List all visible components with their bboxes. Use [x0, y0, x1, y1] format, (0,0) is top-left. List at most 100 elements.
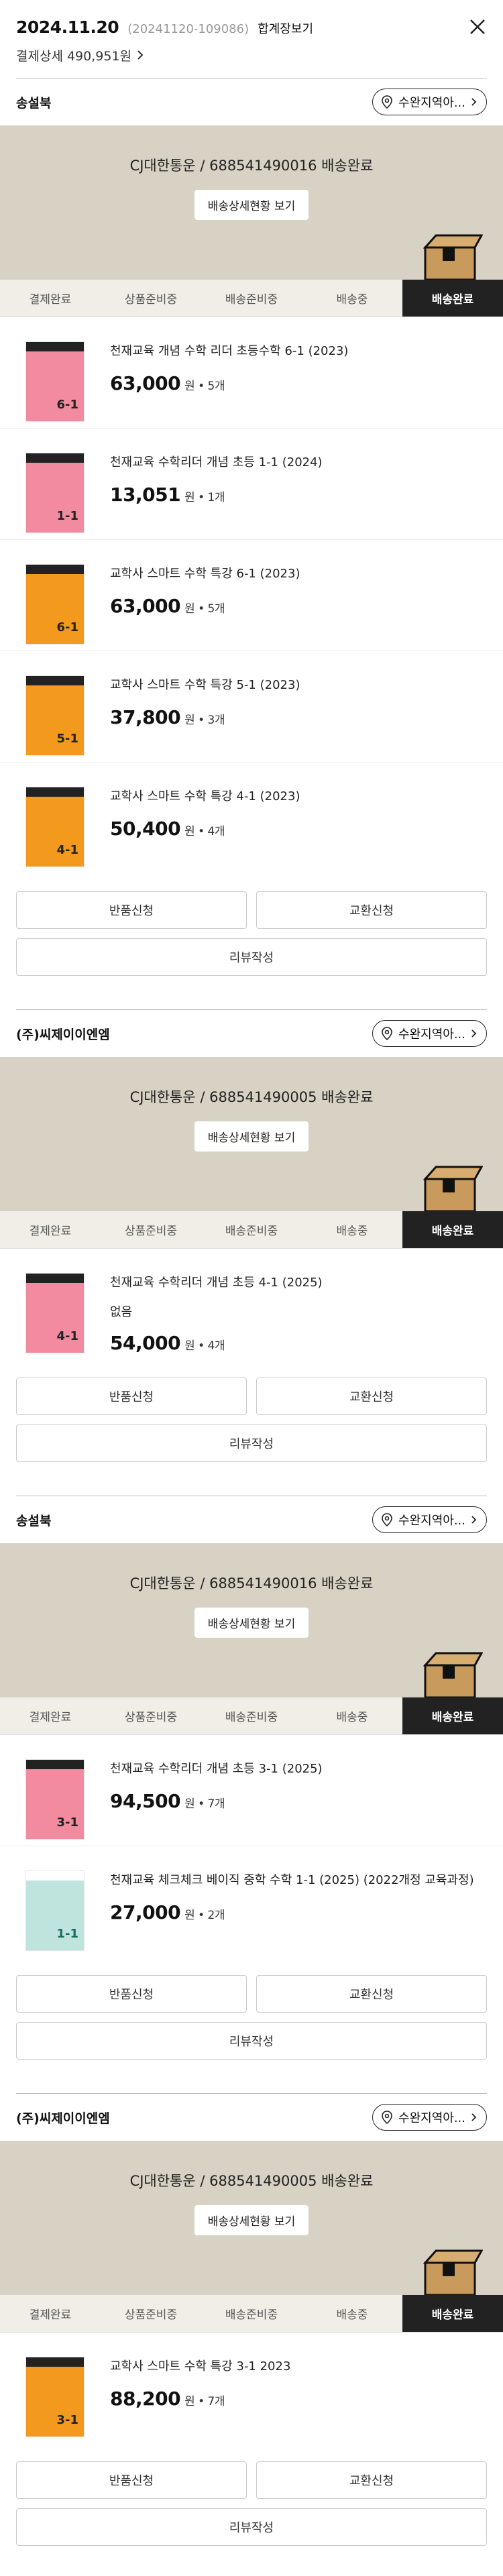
step-4: 배송중	[336, 293, 368, 306]
location-pin-icon	[382, 1027, 392, 1040]
tracking-detail-button[interactable]: 배송상세현황 보기	[194, 2205, 309, 2235]
price-value: 88,200	[110, 2388, 181, 2410]
action-button-row: 반품신청 교환신청	[0, 1958, 503, 2013]
price-value: 13,051	[110, 484, 181, 506]
seller-row: (주)씨제이이엔엠 수완지역아...	[0, 1010, 503, 1057]
price-unit-qty: 원 • 1개	[184, 491, 225, 504]
return-request-button[interactable]: 반품신청	[16, 891, 247, 929]
step-2: 상품준비중	[124, 2308, 178, 2322]
product-price: 63,000 원 • 5개	[110, 595, 300, 617]
currency-sep: 원 •	[184, 380, 205, 393]
product-item[interactable]: 3-1 교학사 스마트 수학 특강 3-1 2023 88,200 원 • 7개	[0, 2333, 503, 2444]
product-thumbnail: 5-1	[25, 675, 85, 756]
product-item[interactable]: 6-1 천재교육 개념 수학 리더 초등수학 6-1 (2023) 63,000 원 …	[0, 317, 503, 429]
delivery-step-bar: 결제완료 상품준비중 배송준비중 배송중 배송완료	[0, 1211, 503, 1249]
receipt-link[interactable]: 합계장보기	[258, 19, 313, 37]
location-pin-icon	[382, 1513, 392, 1526]
cover-band	[26, 676, 84, 685]
currency-sep: 원 •	[184, 825, 205, 838]
action-button-row: 반품신청 교환신청	[0, 2444, 503, 2499]
order-number: (20241120-109086)	[127, 22, 249, 36]
shipping-status-panel: CJ대한통운 / 688541490005 배송완료 배송상세현황 보기	[0, 1057, 503, 1211]
destination-label: 수완지역아...	[398, 1027, 465, 1042]
shipping-status-panel: CJ대한통운 / 688541490016 배송완료배송상세현황 보기	[0, 1543, 503, 1697]
write-review-button[interactable]: 리뷰작성	[16, 1424, 487, 1462]
tracking-detail-button[interactable]: 배송상세현황 보기	[194, 190, 309, 220]
cover-band	[26, 787, 84, 797]
step-3: 배송준비중	[225, 1711, 278, 1724]
price-unit-qty: 원 • 7개	[184, 2395, 225, 2408]
delivered-box-icon	[423, 2249, 483, 2295]
product-item[interactable]: 5-1 교학사 스마트 수학 특강 5-1 (2023) 37,800 원 • 3개	[0, 651, 503, 763]
return-request-button[interactable]: 반품신청	[16, 1378, 247, 1415]
exchange-request-button[interactable]: 교환신청	[256, 891, 487, 929]
destination-button[interactable]: 수완지역아...	[372, 1020, 487, 1047]
product-info: 천재교육 체크체크 베이직 중학 수학 1-1 (2025) (2022개정 교…	[110, 1870, 474, 1923]
price-unit-qty: 원 • 5개	[184, 380, 225, 393]
shipment-section: 송설북 수완지역아... CJ대한통운 / 688541490016 배송완료 배송상…	[0, 1496, 503, 2094]
product-title: 천재교육 수학리더 개념 초등 4-1 (2025)	[110, 1276, 323, 1290]
quantity: 7개	[207, 2395, 225, 2408]
step-3: 배송준비중	[225, 1225, 278, 1238]
destination-button[interactable]: 수완지역아...	[372, 89, 487, 115]
shipping-status-panel: CJ대한통운 / 688541490016 배송완료배송상세현황 보기	[0, 125, 503, 280]
seller-row: 송설북 수완지역아...	[0, 78, 503, 125]
exchange-request-button[interactable]: 교환신청	[256, 1378, 487, 1415]
destination-button[interactable]: 수완지역아...	[372, 2104, 487, 2131]
carrier-tracking-text: CJ대한통운 / 688541490005 배송완료	[129, 2173, 374, 2189]
payment-detail-label: 결제상세 490,951원	[16, 48, 132, 64]
carrier-tracking-text: CJ대한통운 / 688541490016 배송완료	[129, 1575, 374, 1591]
quantity: 7개	[207, 1797, 225, 1811]
product-info: 천재교육 수학리더 개념 초등 4-1 (2025) 없음 54,000 원 • 4개	[110, 1273, 323, 1354]
write-review-button[interactable]: 리뷰작성	[16, 2022, 487, 2060]
product-price: 50,400 원 • 4개	[110, 818, 300, 840]
close-icon[interactable]	[467, 16, 488, 38]
return-request-button[interactable]: 반품신청	[16, 2461, 247, 2499]
location-pin-icon	[382, 2111, 392, 2124]
product-item[interactable]: 3-1 천재교육 수학리더 개념 초등 3-1 (2025) 94,500 원 • 7…	[0, 1735, 503, 1846]
cover-band	[26, 1760, 84, 1769]
product-title: 교학사 스마트 수학 특강 3-1 2023	[110, 2359, 291, 2373]
product-info: 교학사 스마트 수학 특강 3-1 2023 88,200 원 • 7개	[110, 2357, 290, 2410]
currency-sep: 원 •	[184, 714, 205, 727]
shipment-section: (주)씨제이이엔엠 수완지역아... CJ대한통운 / 688541490005 배…	[0, 1010, 503, 1496]
tracking-detail-button[interactable]: 배송상세현황 보기	[194, 1608, 309, 1638]
step-1: 결제완료	[29, 1225, 72, 1238]
price-unit-qty: 원 • 4개	[184, 1339, 225, 1353]
payment-detail-link[interactable]: 결제상세 490,951원	[0, 42, 503, 68]
write-review-button[interactable]: 리뷰작성	[16, 2508, 487, 2546]
chevron-right-icon	[471, 1516, 477, 1524]
step-1: 결제완료	[29, 293, 72, 306]
price-value: 94,500	[110, 1790, 181, 1812]
delivered-box-icon	[423, 234, 483, 280]
product-thumbnail: 1-1	[25, 1870, 85, 1951]
product-title: 천재교육 수학리더 개념 초등 1-1 (2024)	[110, 455, 323, 469]
cover-band	[26, 342, 84, 351]
exchange-request-button[interactable]: 교환신청	[256, 2461, 487, 2499]
product-price: 63,000 원 • 5개	[110, 372, 348, 394]
location-pin-icon	[382, 95, 392, 109]
product-price: 37,800 원 • 3개	[110, 706, 300, 728]
return-request-button[interactable]: 반품신청	[16, 1975, 247, 2013]
product-item[interactable]: 4-1 천재교육 수학리더 개념 초등 4-1 (2025) 없음 54,000 원 •…	[0, 1249, 503, 1360]
product-item[interactable]: 6-1 교학사 스마트 수학 특강 6-1 (2023) 63,000 원 • 5개	[0, 540, 503, 651]
cover-grade-number: 6-1	[56, 620, 78, 634]
price-unit-qty: 원 • 5개	[184, 602, 225, 616]
product-title: 교학사 스마트 수학 특강 5-1 (2023)	[110, 678, 300, 692]
product-item[interactable]: 1-1 천재교육 수학리더 개념 초등 1-1 (2024) 13,051 원 • 1…	[0, 429, 503, 540]
exchange-request-button[interactable]: 교환신청	[256, 1975, 487, 2013]
step-2: 상품준비중	[124, 1711, 178, 1724]
tracking-detail-button[interactable]: 배송상세현황 보기	[194, 1121, 309, 1152]
carrier-tracking-text: CJ대한통운 / 688541490016 배송완료	[129, 158, 374, 174]
step-4: 배송중	[336, 1225, 368, 1238]
quantity: 1개	[207, 491, 225, 504]
product-info: 천재교육 개념 수학 리더 초등수학 6-1 (2023) 63,000 원 • 5…	[110, 341, 348, 394]
product-item[interactable]: 1-1 천재교육 체크체크 베이직 중학 수학 1-1 (2025) (2022개…	[0, 1846, 503, 1958]
step-4: 배송중	[336, 2308, 368, 2322]
destination-label: 수완지역아...	[398, 2111, 465, 2125]
product-item[interactable]: 4-1 교학사 스마트 수학 특강 4-1 (2023) 50,400 원 • 4개	[0, 763, 503, 874]
destination-button[interactable]: 수완지역아...	[372, 1506, 487, 1533]
write-review-button[interactable]: 리뷰작성	[16, 938, 487, 976]
seller-row: 송설북 수완지역아...	[0, 1496, 503, 1543]
